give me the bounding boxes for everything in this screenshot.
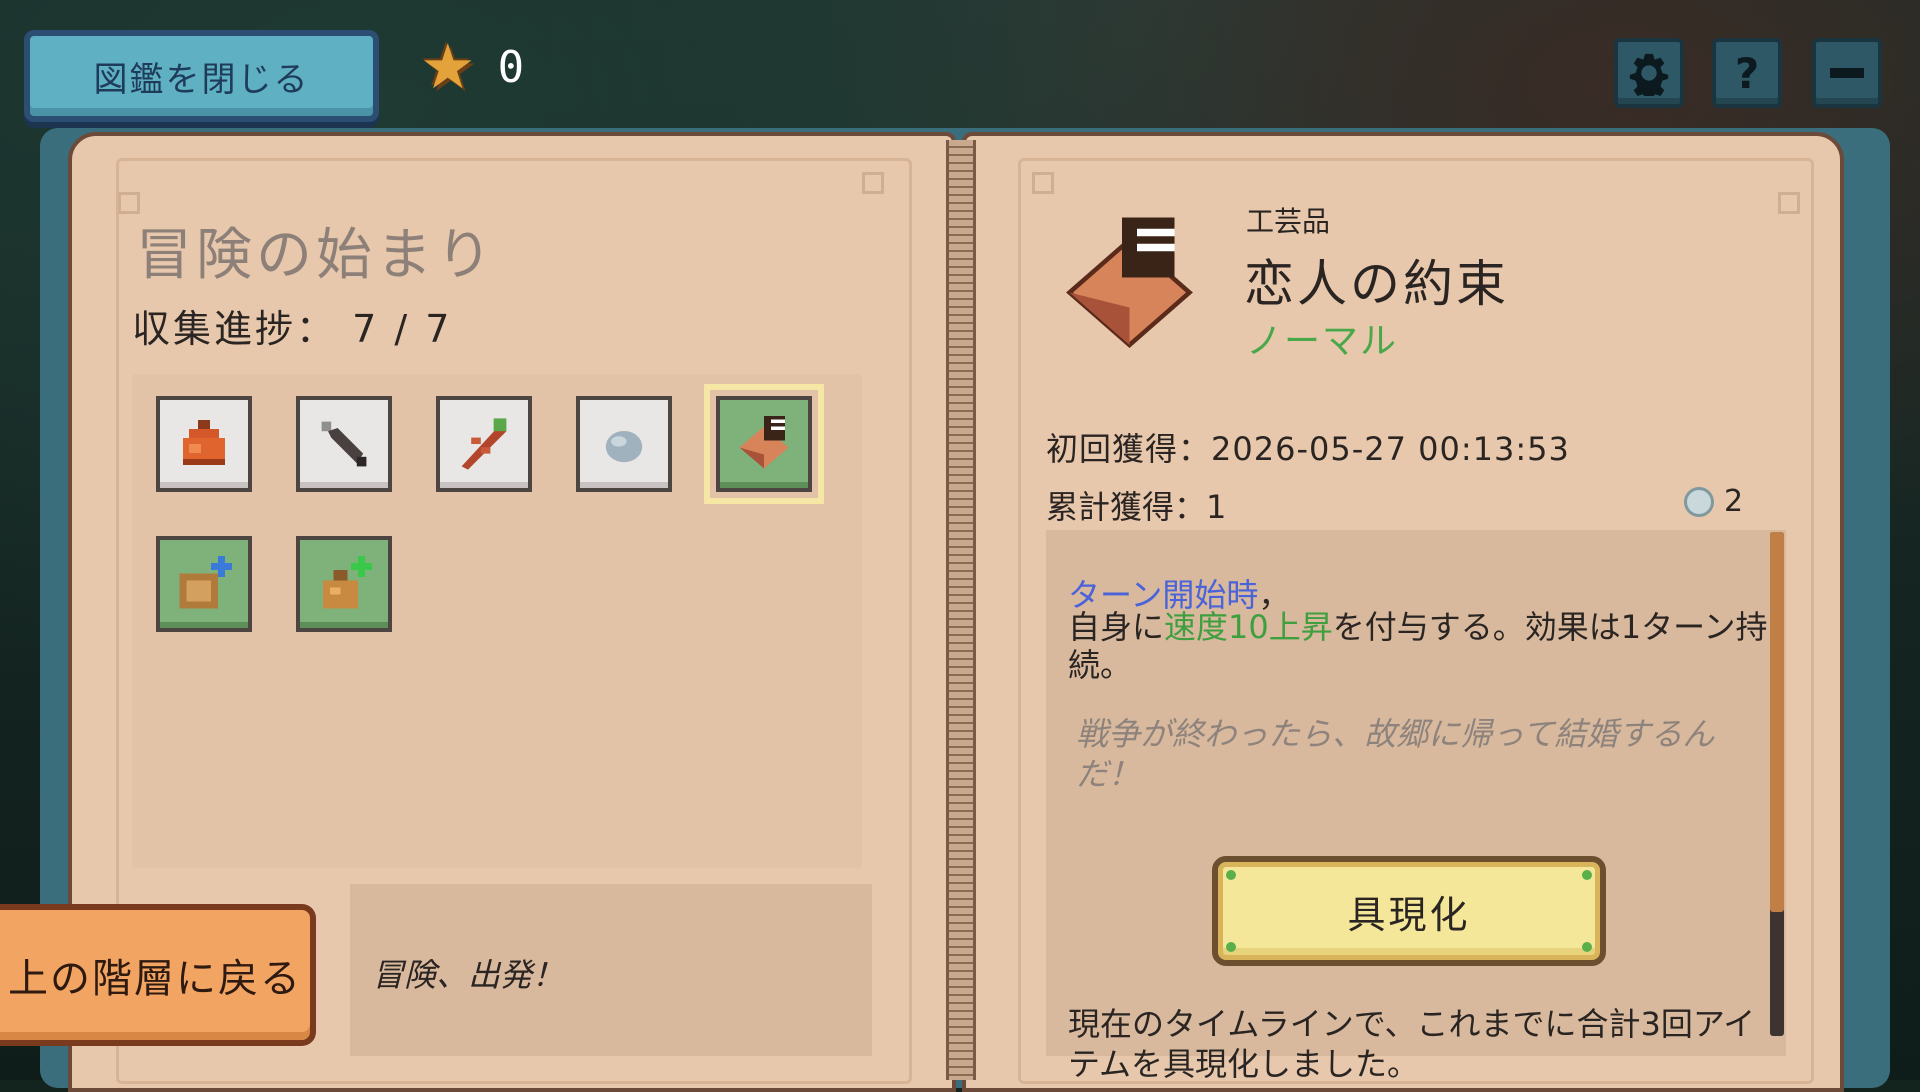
collection-progress: 収集進捗： 7 / 7 [132,307,453,351]
settings-button[interactable] [1614,38,1684,108]
flavor-text: 戦争が終わったら、故郷に帰って結婚するんだ！ [1076,715,1715,793]
bag-plus-blue-icon [179,556,232,609]
item-name: 恋人の約束 [1244,255,1509,313]
manifest-button[interactable]: 具現化 [1212,856,1606,966]
total-obtained: 累計獲得：1 [1046,488,1227,526]
point-counter: 2 [1684,484,1743,519]
button-gem [1582,942,1592,952]
corner-ornament [1778,192,1800,214]
item-slot[interactable] [156,396,252,492]
button-gem [1582,870,1592,880]
point-value: 2 [1724,484,1744,519]
star-count: 0 [497,41,525,93]
minus-icon [1830,68,1864,78]
stone-icon [605,431,643,463]
item-slot[interactable] [156,536,252,632]
star-counter: ★ 0 [420,36,524,98]
chapter-title: 冒険の始まり [136,223,496,288]
coin-icon [1684,486,1714,517]
lovers-promise-large-icon [1066,217,1193,348]
item-rarity: ノーマル [1246,321,1399,362]
question-icon: ? [1734,48,1760,98]
gear-icon [1629,53,1669,96]
scrollbar-thumb[interactable] [1770,532,1784,912]
orange-pouch-icon [183,420,225,465]
minimize-button[interactable] [1812,38,1882,108]
help-button[interactable]: ? [1712,38,1782,108]
effect-description: 自身に速度10上昇を付与する。効果は1ターン持続。 [1068,608,1768,685]
button-gem [1226,942,1236,952]
item-slot[interactable] [436,396,532,492]
lovers-promise-icon [739,416,789,469]
effect-text: 自身に [1068,608,1165,646]
description-scrollbar[interactable] [1770,532,1784,1036]
manifest-label: 具現化 [1347,892,1471,937]
back-to-parent-button[interactable]: 上の階層に戻る [0,904,316,1046]
star-icon: ★ [420,30,476,103]
item-slot-selected[interactable] [704,384,824,504]
pouch-plus-green-icon [323,556,372,609]
item-slot[interactable] [576,396,672,492]
corner-ornament [862,172,884,194]
effect-highlight: 速度10上昇 [1164,608,1333,646]
book-spine [946,140,976,1080]
manifest-history-text: 現在のタイムラインで、これまでに合計3回アイテムを具現化しました。 [1068,1005,1756,1083]
corner-ornament [1032,172,1054,194]
chapter-quote: 冒険、出発！ [372,956,565,994]
item-category: 工芸品 [1246,205,1331,238]
kunai-icon [321,421,367,467]
button-gem [1226,870,1236,880]
first-obtained: 初回獲得：2026-05-27 00:13:53 [1046,430,1570,468]
item-slot[interactable] [296,536,392,632]
item-slot[interactable] [296,396,392,492]
red-herb-icon [461,418,507,470]
close-encyclopedia-button[interactable]: 図鑑を閉じる [24,30,379,122]
